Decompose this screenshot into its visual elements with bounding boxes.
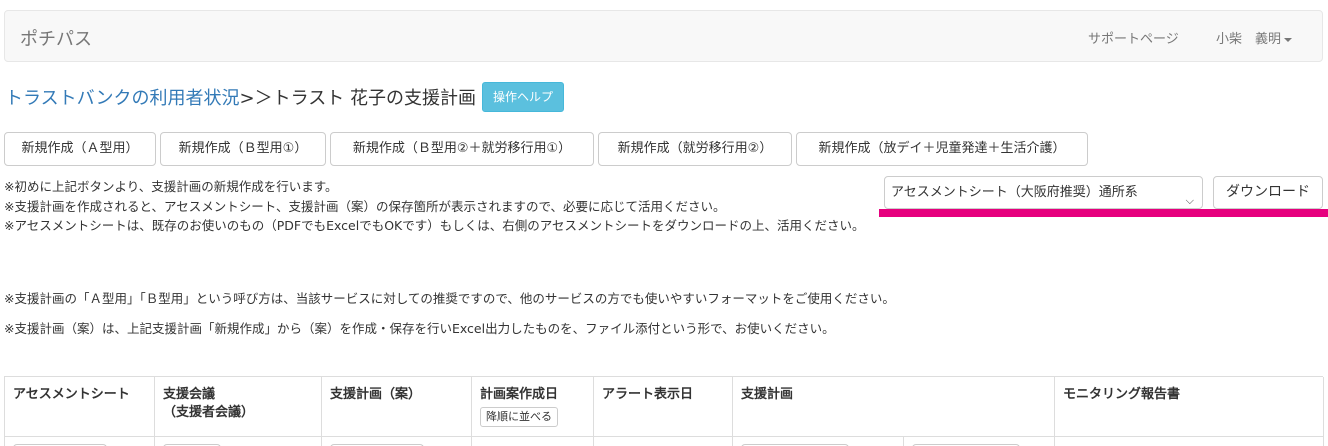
sort-descending-button[interactable]: 降順に並べる [480, 407, 558, 427]
breadcrumb: トラストバンクの利用者状況>＞トラスト 花子の支援計画 [5, 84, 476, 110]
header-draft: 支援計画（案） [322, 377, 472, 437]
breadcrumb-separator: >＞ [239, 88, 273, 109]
create-b-type-2-button[interactable]: 新規作成（Ｂ型用②＋就労移行用①） [330, 132, 594, 166]
support-page-link[interactable]: サポートページ [1088, 28, 1179, 47]
note-line-2: ※支援計画を作成されると、アセスメントシート、支援計画（案）の保存箇所が表示され… [4, 198, 726, 214]
note-line-3: ※アセスメントシートは、既存のお使いのもの（PDFでもExcelでもOKです）も… [4, 218, 865, 233]
header-plan: 支援計画 [733, 377, 1055, 437]
page-title: トラスト 花子の支援計画 [272, 88, 477, 109]
header-alert-date: アラート表示日 [594, 377, 733, 437]
download-button[interactable]: ダウンロード [1213, 176, 1323, 209]
brand-logo[interactable]: ポチパス [20, 25, 92, 51]
breadcrumb-users-link[interactable]: トラストバンクの利用者状況 [5, 88, 240, 109]
create-b-type-1-button[interactable]: 新規作成（Ｂ型用①） [160, 132, 326, 166]
create-daycare-button[interactable]: 新規作成（放デイ＋児童発達＋生活介護） [796, 132, 1088, 166]
chevron-down-icon: ⌵ [1185, 194, 1194, 207]
instruction-notes: ※初めに上記ボタンより、支援計画の新規作成を行います。 ※支援計画を作成されると… [4, 177, 884, 236]
support-plan-table: アセスメントシート 支援会議 （支援者会議） 支援計画（案） 計画案作成日 降順に並… [4, 376, 1324, 446]
assessment-sheet-select[interactable]: アセスメントシート（大阪府推奨）通所系 ⌵ [884, 176, 1203, 209]
header-monitoring: モニタリング報告書 [1055, 377, 1324, 437]
header-meeting: 支援会議 （支援者会議） [155, 377, 322, 437]
note-paragraph-2: ※支援計画（案）は、上記支援計画「新規作成」から（案）を作成・保存を行いExce… [4, 321, 835, 336]
user-name: 小柴 義明 [1216, 32, 1282, 47]
operation-help-button[interactable]: 操作ヘルプ [482, 82, 564, 112]
create-a-type-button[interactable]: 新規作成（Ａ型用） [4, 132, 156, 166]
header-created-date: 計画案作成日 降順に並べる [472, 377, 594, 437]
note-line-1: ※初めに上記ボタンより、支援計画の新規作成を行います。 [4, 179, 338, 194]
top-navbar: ポチパス サポートページ 小柴 義明 [4, 10, 1323, 62]
header-assessment: アセスメントシート [5, 377, 155, 437]
create-transition-2-button[interactable]: 新規作成（就労移行用②） [598, 132, 792, 166]
caret-down-icon [1284, 37, 1293, 42]
user-menu[interactable]: 小柴 義明 [1216, 28, 1293, 47]
note-paragraph-1: ※支援計画の「Ａ型用」「Ｂ型用」という呼び方は、当該サービスに対しての推奨ですの… [4, 291, 895, 306]
highlight-underline [879, 209, 1328, 217]
assessment-select-value: アセスメントシート（大阪府推奨）通所系 [891, 185, 1138, 200]
